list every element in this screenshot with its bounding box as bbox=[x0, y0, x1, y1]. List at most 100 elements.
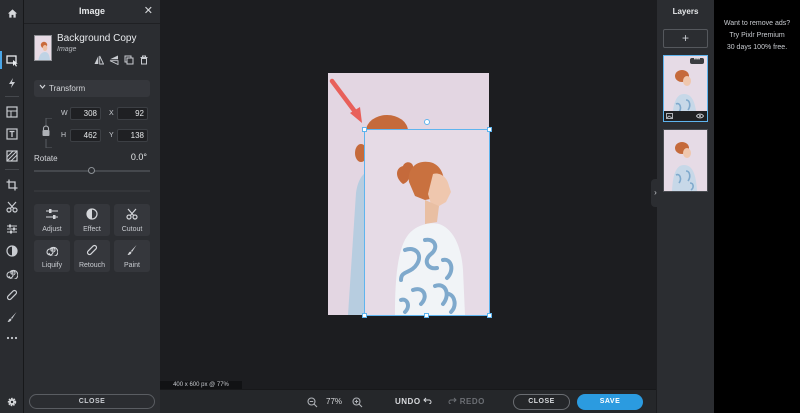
settings-gear-icon[interactable] bbox=[2, 393, 22, 411]
save-button[interactable]: SAVE bbox=[577, 394, 643, 410]
selected-layer[interactable] bbox=[362, 119, 492, 318]
canvas-area[interactable]: 400 x 600 px @ 77% bbox=[160, 0, 656, 389]
undo-button[interactable]: UNDO bbox=[395, 397, 432, 406]
quick-edit-icon[interactable] bbox=[2, 74, 22, 92]
width-field[interactable]: 308 bbox=[70, 107, 101, 120]
texture-icon[interactable] bbox=[2, 147, 22, 165]
bottom-toolbar: 77% UNDO REDO CLOSE SAVE bbox=[160, 389, 656, 413]
retouch-icon[interactable] bbox=[2, 286, 22, 304]
ad-banner[interactable]: Want to remove ads? Try Pixlr Premium 30… bbox=[714, 0, 800, 413]
rotate-handle[interactable] bbox=[424, 119, 430, 125]
spiral-icon bbox=[34, 244, 70, 256]
liquify-icon[interactable] bbox=[2, 264, 22, 282]
lock-aspect-icon[interactable] bbox=[38, 117, 54, 153]
visibility-eye-icon[interactable] bbox=[696, 113, 704, 119]
cutout-button[interactable]: Cutout bbox=[114, 204, 150, 236]
rotate-label: Rotate bbox=[34, 154, 58, 163]
paint-button[interactable]: Paint bbox=[114, 240, 150, 272]
crop-icon[interactable] bbox=[2, 176, 22, 194]
panel-divider bbox=[34, 190, 150, 192]
width-label: W bbox=[61, 110, 68, 117]
arrange-tool-icon[interactable] bbox=[0, 51, 22, 69]
panel-close-button[interactable]: CLOSE bbox=[29, 394, 155, 409]
liquify-label: Liquify bbox=[41, 262, 63, 269]
resize-handle-bottom[interactable] bbox=[424, 313, 429, 318]
layer-item-background[interactable] bbox=[663, 129, 708, 192]
rail-divider bbox=[5, 169, 19, 170]
layout-icon[interactable] bbox=[2, 103, 22, 121]
effect-icon bbox=[74, 208, 110, 220]
panel-header: Image ✕ bbox=[24, 0, 160, 24]
transform-label: Transform bbox=[49, 84, 86, 93]
height-label: H bbox=[61, 132, 67, 139]
resize-handle-top-right[interactable] bbox=[487, 127, 492, 132]
ad-line-1: Want to remove ads? bbox=[723, 20, 791, 27]
tool-rail bbox=[0, 0, 24, 413]
transform-section-toggle[interactable]: Transform bbox=[34, 80, 150, 97]
home-icon[interactable] bbox=[2, 4, 22, 22]
bandage-icon bbox=[74, 244, 110, 256]
tool-grid: Adjust Effect Cutout Liquify Retouch Pai… bbox=[34, 204, 150, 272]
layer-options-icon[interactable]: ••• bbox=[690, 57, 704, 64]
layer-footer bbox=[664, 111, 707, 121]
paint-label: Paint bbox=[124, 262, 140, 269]
adjust-label: Adjust bbox=[42, 226, 62, 233]
close-icon[interactable]: ✕ bbox=[144, 4, 153, 17]
resize-handle-bottom-right[interactable] bbox=[487, 313, 492, 318]
filter-icon[interactable] bbox=[2, 242, 22, 260]
resize-handle-top-left[interactable] bbox=[362, 127, 367, 132]
layer-actions bbox=[94, 55, 149, 65]
pixlr-editor: Image ✕ Background Copy Image Transform … bbox=[0, 0, 800, 413]
redo-icon bbox=[448, 397, 457, 405]
redo-label: REDO bbox=[459, 397, 485, 406]
adjust-button[interactable]: Adjust bbox=[34, 204, 70, 236]
layer-type: Image bbox=[57, 46, 77, 53]
zoom-level[interactable]: 77% bbox=[326, 397, 342, 406]
close-button[interactable]: CLOSE bbox=[513, 394, 570, 410]
layers-panel: Layers + ••• bbox=[657, 0, 714, 413]
undo-label: UNDO bbox=[395, 397, 421, 406]
add-layer-button[interactable]: + bbox=[663, 29, 708, 48]
duplicate-icon[interactable] bbox=[124, 55, 134, 65]
copy-image bbox=[365, 130, 489, 315]
image-type-icon bbox=[666, 113, 673, 119]
undo-icon bbox=[423, 397, 432, 405]
flip-vertical-icon[interactable] bbox=[109, 55, 119, 65]
ad-line-2: Try Pixlr Premium bbox=[729, 32, 785, 39]
layer-thumbnail bbox=[34, 35, 52, 61]
chevron-down-icon bbox=[39, 83, 46, 92]
x-label: X bbox=[109, 110, 114, 117]
x-field[interactable]: 92 bbox=[117, 107, 148, 120]
rotate-slider-handle[interactable] bbox=[88, 167, 95, 174]
text-tool-icon[interactable] bbox=[2, 125, 22, 143]
arrow-annotation bbox=[329, 78, 362, 123]
redo-button[interactable]: REDO bbox=[448, 397, 485, 406]
adjust-icon[interactable] bbox=[2, 220, 22, 238]
canvas-info: 400 x 600 px @ 77% bbox=[160, 381, 242, 389]
liquify-button[interactable]: Liquify bbox=[34, 240, 70, 272]
scissors-icon bbox=[114, 208, 150, 220]
effect-label: Effect bbox=[83, 226, 101, 233]
height-field[interactable]: 462 bbox=[70, 129, 101, 142]
effect-button[interactable]: Effect bbox=[74, 204, 110, 236]
layer-item-background-copy[interactable]: ••• bbox=[663, 55, 708, 122]
zoom-out-icon[interactable] bbox=[307, 395, 318, 413]
sliders-icon bbox=[34, 208, 70, 220]
ad-line-3: 30 days 100% free. bbox=[726, 44, 788, 51]
retouch-button[interactable]: Retouch bbox=[74, 240, 110, 272]
cutout-icon[interactable] bbox=[2, 198, 22, 216]
y-field[interactable]: 138 bbox=[117, 129, 148, 142]
delete-icon[interactable] bbox=[139, 55, 149, 65]
y-label: Y bbox=[109, 132, 114, 139]
paint-icon[interactable] bbox=[2, 308, 22, 326]
rail-divider bbox=[5, 96, 19, 97]
layer-name: Background Copy bbox=[57, 33, 137, 44]
rotate-value[interactable]: 0.0° bbox=[131, 152, 147, 162]
cutout-label: Cutout bbox=[121, 226, 143, 233]
resize-handle-bottom-left[interactable] bbox=[362, 313, 367, 318]
more-tools-icon[interactable] bbox=[2, 329, 22, 347]
flip-horizontal-icon[interactable] bbox=[94, 55, 104, 65]
brush-icon bbox=[114, 244, 150, 256]
zoom-in-icon[interactable] bbox=[352, 395, 363, 413]
layers-title: Layers bbox=[672, 7, 699, 16]
